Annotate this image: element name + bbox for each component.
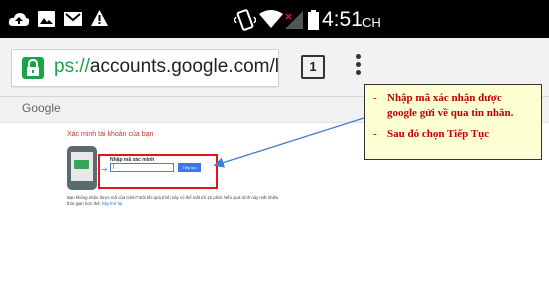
callout-line-2: google gửi về qua tin nhắn. [387,107,514,119]
callout-line-3: - Sau đó chọn Tiếp Tục [373,128,490,140]
callout-line-1: - Nhập mã xác nhận được [373,92,502,104]
instruction-callout: - Nhập mã xác nhận được google gửi về qua… [364,84,542,160]
